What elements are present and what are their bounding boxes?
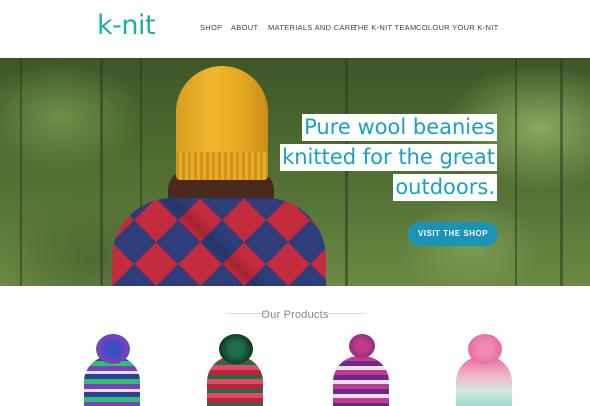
visit-shop-button[interactable]: VISIT THE SHOP [408,222,498,246]
beanie-rib [176,152,268,180]
hero-banner: Pure wool beanies knitted for the great … [0,58,590,286]
hero-headline: Pure wool beanies knitted for the great … [280,114,497,204]
headline-line-3: outdoors. [393,174,497,201]
products-title: Our Products [261,309,329,321]
site-header: k-nit SHOP ABOUT MATERIALS AND CARE THE … [0,0,590,58]
pompom [349,334,375,358]
nav-team[interactable]: THE K-NIT TEAM [353,23,417,32]
plaid-shirt [112,198,326,286]
product-card[interactable] [329,334,393,406]
hat-body [333,356,389,406]
divider-right [324,313,366,314]
logo[interactable]: k-nit [97,10,156,41]
product-card[interactable] [80,334,144,406]
product-card[interactable] [452,334,516,406]
headline-line-2: knitted for the great [280,144,497,171]
tree-trunk [560,58,563,286]
tree-trunk [515,58,517,286]
pompom [219,334,253,364]
product-card[interactable] [203,334,267,406]
nav-shop[interactable]: SHOP [200,23,222,32]
nav-materials-and-care[interactable]: MATERIALS AND CARE [268,23,356,32]
nav-about[interactable]: ABOUT [231,23,258,32]
tree-trunk [20,58,22,286]
pompom [468,334,502,364]
pompom [96,334,130,364]
products-heading-wrap: Our Products [0,305,590,323]
headline-line-1: Pure wool beanies [302,114,497,141]
nav-colour-your-knit[interactable]: COLOUR YOUR K-NIT [416,23,498,32]
tree-trunk [100,58,103,286]
